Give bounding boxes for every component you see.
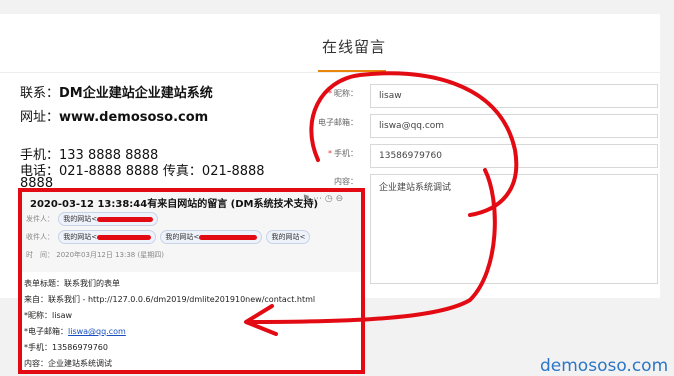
body-content: 内容：企业建站系统调试 xyxy=(24,359,112,368)
content-textarea[interactable]: 企业建站系统调试 xyxy=(370,174,658,284)
contact-label: 联系： xyxy=(20,86,60,101)
clock-icon[interactable]: ◷ xyxy=(325,194,333,204)
contact-value: DM企业建站企业建站系统 xyxy=(59,86,213,101)
email-header: 2020-03-12 13:38:44有来自网站的留言 (DM系统技术支持) ⚑… xyxy=(22,192,361,272)
flag-icon[interactable]: ⚑ xyxy=(302,194,310,204)
website-line: 网址：www.demososo.com xyxy=(20,106,208,125)
more-icon[interactable]: ⋯ xyxy=(313,194,322,204)
email-label: 电子邮箱： xyxy=(318,118,358,127)
watermark: demososo.com xyxy=(540,356,669,376)
nickname-label: * 昵称： xyxy=(328,89,358,98)
sender-chip[interactable]: 我的网站< xyxy=(58,212,159,226)
email-toolbar: ⚑ ⋯ ◷ ⊖ xyxy=(302,194,343,204)
redaction-scribble xyxy=(199,234,258,240)
email-link[interactable]: liswa@qq.com xyxy=(68,327,126,336)
redaction-scribble xyxy=(97,234,152,240)
recipient-chip[interactable]: 我的网站< xyxy=(160,230,263,244)
email-to-row: 收件人： 我的网站< 我的网站< 我的网站< xyxy=(26,230,311,244)
website-label: 网址： xyxy=(20,110,60,125)
email-subject: 2020-03-12 13:38:44有来自网站的留言 (DM系统技术支持) xyxy=(30,199,319,210)
recipient-chip[interactable]: 我的网站< xyxy=(266,230,311,244)
delete-icon[interactable]: ⊖ xyxy=(336,194,344,204)
contact-header: 在线留言 xyxy=(0,14,660,74)
header-divider xyxy=(0,72,660,73)
required-marker: * xyxy=(328,89,332,98)
body-source: 来自：联系我们 - http://127.0.0.6/dm2019/dmlite… xyxy=(24,295,316,304)
email-preview: 2020-03-12 13:38:44有来自网站的留言 (DM系统技术支持) ⚑… xyxy=(18,188,365,374)
email-field[interactable]: liswa@qq.com xyxy=(370,114,658,138)
redaction-scribble xyxy=(97,216,154,222)
body-nickname: *昵称：lisaw xyxy=(24,311,73,320)
body-email: *电子邮箱：liswa@qq.com xyxy=(24,327,126,336)
nickname-field[interactable]: lisaw xyxy=(370,84,658,108)
mobile-label: * 手机： xyxy=(328,149,358,158)
contact-line: 联系：DM企业建站企业建站系统 xyxy=(20,82,213,101)
body-mobile: *手机：13586979760 xyxy=(24,343,108,352)
from-label: 发件人： xyxy=(26,215,54,223)
phone-line: 电话：021-8888 8888 传真：021-8888 xyxy=(20,164,265,179)
email-time-row: 时 间： 2020年03月12日 13:38 (星期四) xyxy=(26,250,164,260)
page-title: 在线留言 xyxy=(322,38,387,56)
recipient-chip[interactable]: 我的网站< xyxy=(58,230,157,244)
website-value: www.demososo.com xyxy=(59,110,209,125)
content-label: 内容： xyxy=(334,177,358,186)
required-marker: * xyxy=(328,149,332,158)
to-label: 收件人： xyxy=(26,233,54,241)
mobile-field[interactable]: 13586979760 xyxy=(370,144,658,168)
time-value: 2020年03月12日 13:38 (星期四) xyxy=(56,251,164,259)
time-label: 时 间： xyxy=(26,251,54,259)
body-form-title: 表单标题：联系我们的表单 xyxy=(24,279,120,288)
email-from-row: 发件人： 我的网站< xyxy=(26,212,159,226)
